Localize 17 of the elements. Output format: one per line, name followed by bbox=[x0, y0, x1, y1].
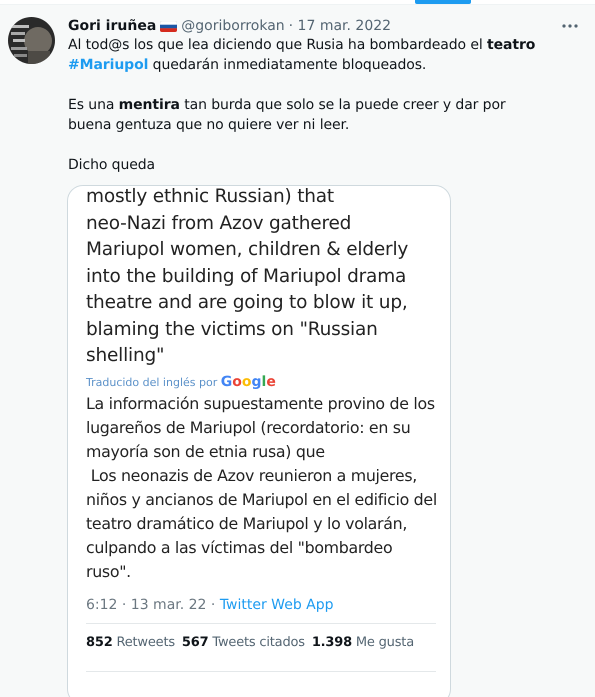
stat-count[interactable]: 1.398 Me gusta bbox=[312, 634, 414, 650]
author-handle[interactable]: @goriborrokan bbox=[181, 18, 285, 34]
tweet-text: Al tod@s los que lea diciendo que Rusia ha bombardeado el teatro #Mariupol quedarán inmediatamente bloqueados. bbox=[68, 37, 536, 73]
stat-count[interactable]: 567 Tweets citados bbox=[182, 634, 305, 650]
more-icon[interactable] bbox=[562, 24, 578, 28]
author-name[interactable]: Gori iruñea bbox=[68, 18, 156, 34]
attached-screenshot[interactable] bbox=[67, 185, 451, 697]
tweet-text: Es una mentira tan burda que solo se la puede creer y dar por buena gentuza que no quiere ver ni leer. bbox=[68, 96, 507, 135]
tweet-text: Dicho queda bbox=[68, 156, 156, 175]
flag-icon bbox=[160, 20, 178, 32]
translated-text: La información supuestamente provino de los lugareños de Mariupol (recordatorio: en su mayoría son de etnia rusa) que Los neonazis de Azov reunieron a mujeres, niños y ancianos de Mariupol en el edificio del teatro dramático de Mariupol y lo volarán, culpando a las víctimas del "bombardeo ruso". bbox=[86, 392, 438, 582]
translation-credit: Traducido del inglés por Google bbox=[86, 374, 276, 390]
quoted-text: mostly ethnic Russian) that neo-Nazi from Azov gathered Mariupol women, children & elderly into the building of Mariupol drama theatre and are going to blow it up, blaming the victims on "Russian shelling" bbox=[86, 186, 410, 368]
stat-count[interactable]: 852 Retweets bbox=[86, 634, 175, 650]
tab-indicator bbox=[415, 0, 471, 4]
tweet-timestamp: 6:12 · 13 mar. 22 · bbox=[86, 596, 216, 612]
tweet-date[interactable]: · 17 mar. 2022 bbox=[288, 18, 392, 34]
